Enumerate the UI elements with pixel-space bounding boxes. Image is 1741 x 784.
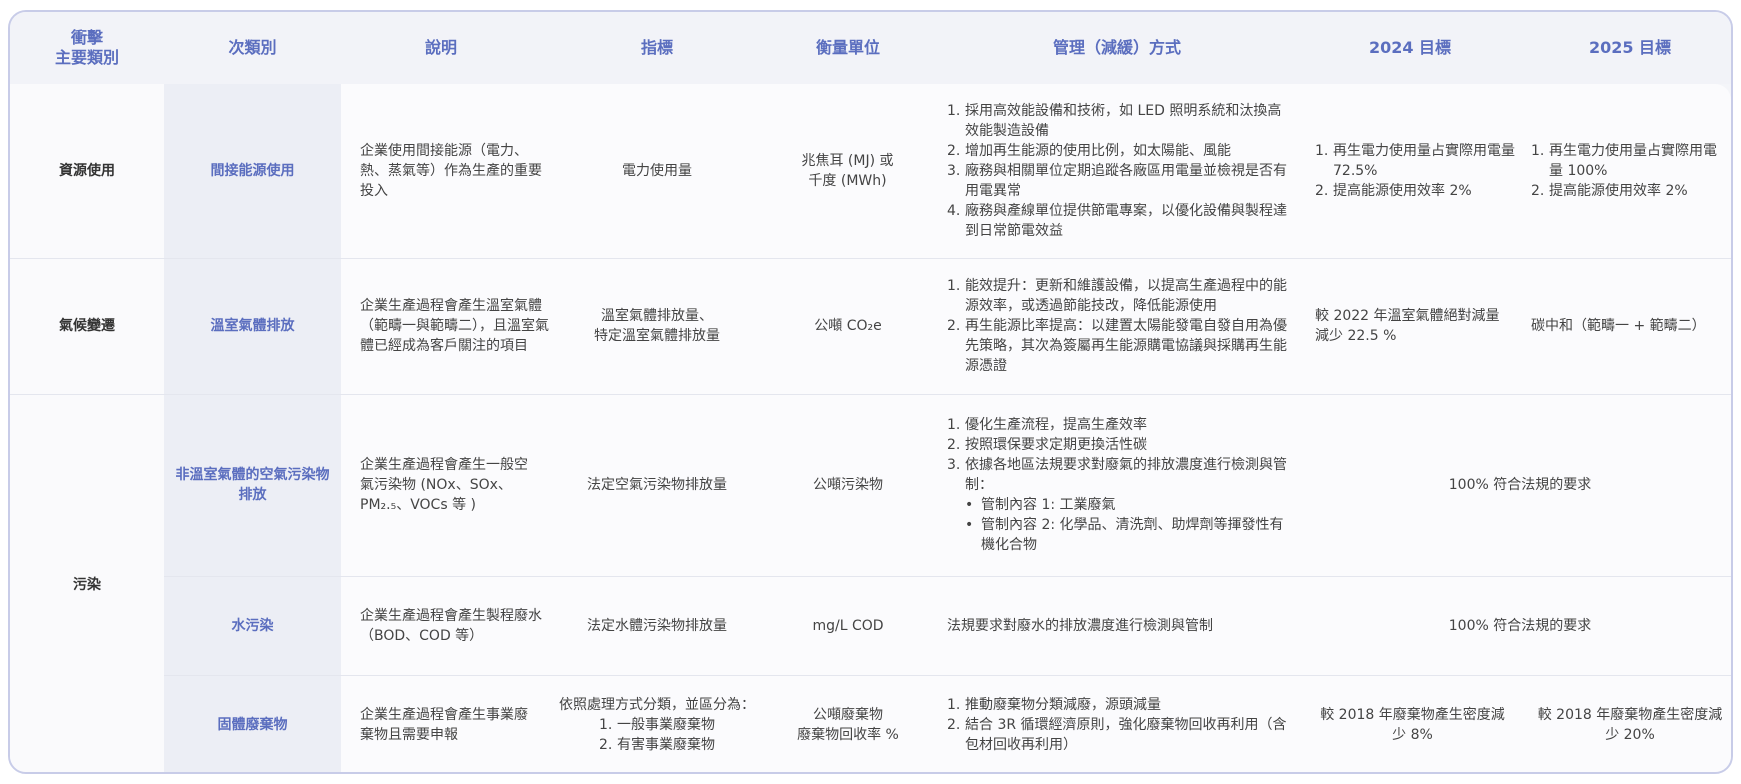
row2-target-2025: 碳中和（範疇一 + 範疇二） [1531,318,1706,334]
row3-category: 污染 [73,577,101,593]
row2-description: 企業生產過程會產生溫室氣體（範疇一與範疇二），且溫室氣體已經成為客戶關注的項目 [360,298,549,354]
row3-description: 企業生產過程會產生一般空氣污染物 (NOx、SOx、PM₂.₅、VOCs 等 ) [360,457,528,513]
row1-unit: 兆焦耳 (MJ) 或千度 (MWh) [801,153,894,189]
table-header: 衝擊 主要類別 次類別 說明 指標 衡量單位 管理（減緩）方式 2024 目標 2… [10,12,1731,84]
method-item: 再生能源比率提高：以建置太陽能發電自發自用為優先策略，其次為簽屬再生能源購電協議… [947,316,1287,374]
method-item: 能效提升：更新和維護設備，以提高生產過程中的能源效率，或透過節能技改，降低能源使… [947,276,1287,314]
indicator-item: 一般事業廢棄物 [599,715,715,735]
header-category-line2: 主要類別 [54,48,119,67]
row3-target: 100% 符合法規的要求 [1448,477,1592,493]
method-item: 按照環保要求定期更換活性碳 [947,435,1147,455]
row2-category: 氣候變遷 [59,318,115,334]
header-category: 衝擊 主要類別 [10,12,164,84]
row5-methods: 推動廢棄物分類減廢，源頭減量 結合 3R 循環經濟原則，強化廢棄物回收再利用（含… [947,675,1292,772]
target-item: 再生電力使用量占實際用電量 100% [1531,141,1717,179]
row5-subcategory: 固體廢棄物 [217,716,288,733]
row1-description: 企業使用間接能源（電力、熱、蒸氣等）作為生產的重要投入 [360,143,542,199]
row1-target-2024: 再生電力使用量占實際用電量 72.5% 提高能源使用效率 2% [1315,84,1515,258]
row1-subcategory: 間接能源使用 [210,163,295,179]
row5-target-2025: 較 2018 年廢棄物產生密度減少 20% [1537,706,1723,743]
row2-methods: 能效提升：更新和維護設備，以提高生產過程中的能源效率，或透過節能技改，降低能源使… [947,258,1287,394]
row3-subcategory: 非溫室氣體的空氣污染物排放 [175,467,330,503]
method-item: 結合 3R 循環經濟原則，強化廢棄物回收再利用（含包材回收再利用） [947,715,1287,753]
indicator-item: 有害事業廢棄物 [599,735,715,755]
row5-indicator: 依照處理方式分類，並區分為： 一般事業廢棄物 有害事業廢棄物 [557,675,757,772]
row2-unit: 公噸 CO₂e [814,318,882,334]
row4-target: 100% 符合法規的要求 [1448,617,1592,634]
header-subcategory: 次類別 [228,38,277,57]
row3-methods: 優化生產流程，提高生產效率 按照環保要求定期更換活性碳 依據各地區法規要求對廢氣… [947,394,1292,576]
row5-unit: 公噸廢棄物廢棄物回收率 % [778,675,918,772]
method-item: 增加再生能源的使用比例，如太陽能、風能 [947,141,1231,161]
header-description: 說明 [424,38,457,57]
row2-subcategory: 溫室氣體排放 [210,318,295,334]
unit-line: 廢棄物回收率 % [797,726,899,743]
method-item: 依據各地區法規要求對廢氣的排放濃度進行檢測與管制： [947,455,1287,493]
header-method: 管理（減緩）方式 [1052,38,1181,57]
row4-indicator: 法定水體污染物排放量 [587,617,727,634]
method-item: 推動廢棄物分類減廢，源頭減量 [947,695,1161,715]
header-target-2025: 2025 目標 [1588,38,1672,57]
method-item: 廠務與產線單位提供節電專案，以優化設備與製程達到日常節電效益 [947,201,1287,239]
method-bullet: 管制內容 1: 工業廢氣 [947,495,1292,515]
row4-method: 法規要求對廢水的排放濃度進行檢測與管制 [947,617,1213,634]
method-item: 廠務與相關單位定期追蹤各廠區用電量並檢視是否有用電異常 [947,161,1287,199]
header-unit: 衡量單位 [815,38,880,57]
indicator-line: 溫室氣體排放量、 [601,308,713,324]
header-target-2024: 2024 目標 [1368,38,1452,57]
esg-impact-table: 衝擊 主要類別 次類別 說明 指標 衡量單位 管理（減緩）方式 2024 目標 2… [8,10,1733,774]
row4-subcategory: 水污染 [231,617,274,634]
row4-description: 企業生產過程會產生製程廢水（BOD、COD 等） [360,607,542,644]
indicator-line: 特定溫室氣體排放量 [594,328,720,344]
header-category-line1: 衝擊 [70,28,103,47]
indicator-intro: 依照處理方式分類，並區分為： [559,696,755,713]
row1-indicator: 電力使用量 [622,163,692,179]
target-item: 再生電力使用量占實際用電量 72.5% [1315,141,1515,179]
row1-methods: 採用高效能設備和技術，如 LED 照明系統和汰換高效能製造設備 增加再生能源的使… [947,84,1287,258]
row5-target-2024: 較 2018 年廢棄物產生密度減少 8% [1320,706,1505,743]
method-item: 優化生產流程，提高生產效率 [947,415,1147,435]
row2-target-2024: 較 2022 年溫室氣體絕對減量減少 22.5 % [1315,308,1500,344]
target-item: 提高能源使用效率 2% [1315,181,1472,201]
row3-indicator: 法定空氣污染物排放量 [587,477,727,493]
row1-category: 資源使用 [59,163,115,179]
row3-unit: 公噸污染物 [813,477,883,493]
unit-line: 公噸廢棄物 [812,706,883,723]
row4-unit: mg/L COD [812,617,884,634]
method-bullet: 管制內容 2: 化學品、清洗劑、助焊劑等揮發性有機化合物 [947,515,1292,555]
target-item: 提高能源使用效率 2% [1531,181,1688,201]
header-indicator: 指標 [640,38,673,57]
row1-target-2025: 再生電力使用量占實際用電量 100% 提高能源使用效率 2% [1531,84,1726,258]
method-item: 採用高效能設備和技術，如 LED 照明系統和汰換高效能製造設備 [947,101,1282,139]
row2-indicator: 溫室氣體排放量、 特定溫室氣體排放量 [557,258,757,394]
row5-description: 企業生產過程會產生事業廢棄物且需要申報 [360,706,528,743]
